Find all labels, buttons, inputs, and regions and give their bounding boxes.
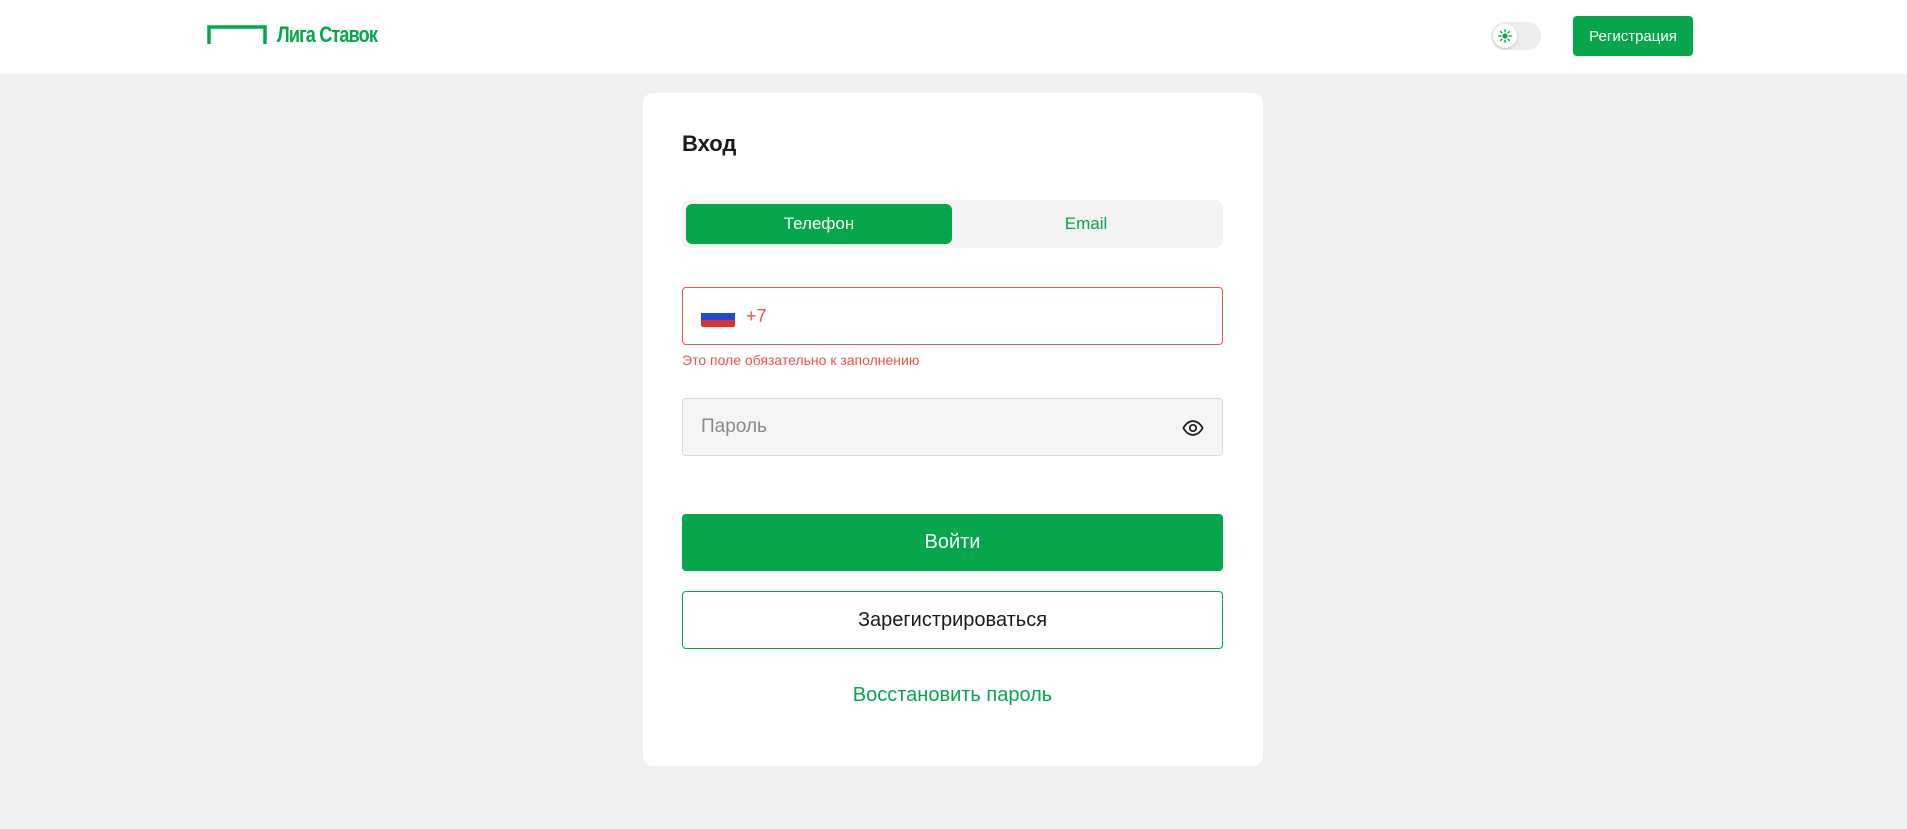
toggle-knob bbox=[1493, 24, 1517, 48]
russia-flag-icon bbox=[701, 305, 735, 327]
sun-icon bbox=[1498, 29, 1512, 43]
tab-email[interactable]: Email bbox=[953, 204, 1219, 244]
tab-phone[interactable]: Телефон bbox=[686, 204, 952, 244]
logo-mark-icon bbox=[207, 25, 267, 44]
phone-error-message: Это поле обязательно к заполнению bbox=[682, 352, 920, 368]
header-register-button[interactable]: Регистрация bbox=[1573, 16, 1693, 56]
login-method-tabs: Телефон Email bbox=[682, 200, 1223, 248]
register-button[interactable]: Зарегистрироваться bbox=[682, 591, 1223, 649]
restore-password-link[interactable]: Восстановить пароль bbox=[682, 684, 1223, 707]
phone-prefix: +7 bbox=[746, 305, 767, 326]
logo[interactable]: Лига Ставок bbox=[207, 22, 399, 47]
password-input[interactable] bbox=[683, 399, 1163, 455]
login-card: Вход Телефон Email +7 Это поле обязатель… bbox=[643, 93, 1263, 766]
page-title: Вход bbox=[682, 131, 737, 156]
phone-input[interactable]: +7 bbox=[682, 287, 1223, 345]
login-button[interactable]: Войти bbox=[682, 514, 1223, 571]
eye-icon[interactable] bbox=[1182, 417, 1204, 439]
header: Лига Ставок Регистрация bbox=[0, 0, 1907, 74]
logo-text: Лига Ставок bbox=[277, 22, 378, 47]
password-field[interactable] bbox=[682, 398, 1223, 456]
theme-toggle[interactable] bbox=[1491, 22, 1541, 50]
